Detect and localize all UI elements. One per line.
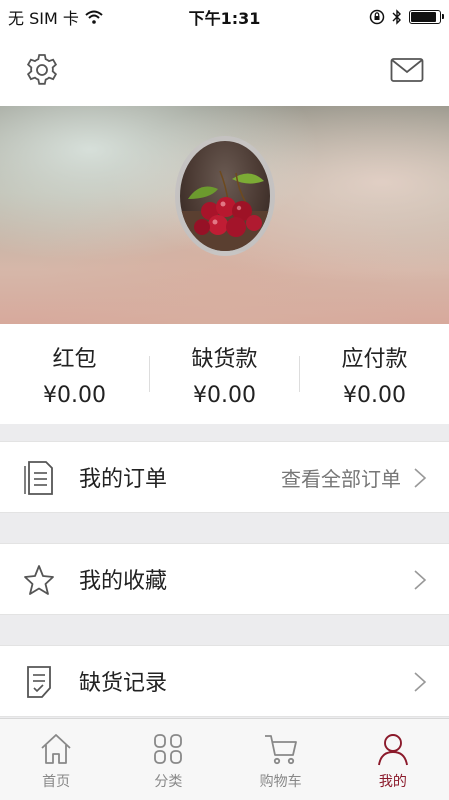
stat-shortage-payment[interactable]: 缺货款 ¥0.00	[150, 341, 299, 408]
status-left: 无 SIM 卡	[8, 5, 103, 29]
carrier-label: 无 SIM 卡	[8, 9, 79, 28]
menu-label: 缺货记录	[79, 671, 168, 696]
tab-label: 我的	[378, 774, 407, 790]
user-icon	[377, 734, 408, 766]
tab-label: 购物车	[259, 774, 302, 790]
chevron-right-icon	[414, 672, 427, 692]
stat-payable[interactable]: 应付款 ¥0.00	[300, 341, 449, 408]
checklist-icon	[27, 666, 51, 698]
chevron-right-icon	[414, 570, 427, 590]
category-icon	[154, 734, 183, 764]
balance-stats: 红包 ¥0.00 缺货款 ¥0.00 应付款 ¥0.00	[0, 324, 449, 424]
orientation-lock-icon	[369, 9, 385, 25]
stat-red-packet[interactable]: 红包 ¥0.00	[0, 341, 149, 408]
document-icon	[24, 461, 53, 495]
home-icon	[41, 734, 71, 764]
stat-label: 红包	[52, 346, 97, 372]
bottom-tab-bar: 首页 分类 购物车 我的	[0, 718, 449, 800]
profile-header	[0, 106, 449, 324]
cart-icon	[264, 735, 297, 765]
tab-label: 首页	[42, 774, 71, 790]
cherries-image	[180, 170, 270, 251]
envelope-icon	[390, 58, 424, 82]
stat-value: ¥0.00	[193, 382, 256, 408]
stat-label: 应付款	[341, 346, 408, 372]
messages-button[interactable]	[387, 50, 427, 90]
bluetooth-icon	[392, 9, 401, 25]
status-bar: 无 SIM 卡 下午1:31	[0, 0, 449, 34]
menu-item-shortage-records[interactable]: 缺货记录	[0, 645, 449, 717]
tab-category[interactable]: 分类	[112, 719, 224, 800]
menu-item-my-favorites[interactable]: 我的收藏	[0, 543, 449, 615]
chevron-right-icon	[414, 468, 427, 488]
battery-icon	[409, 10, 444, 24]
tab-label: 分类	[154, 774, 183, 790]
star-icon	[24, 565, 54, 595]
view-all-orders-link[interactable]: 查看全部订单	[281, 463, 401, 492]
menu-label: 我的订单	[79, 467, 168, 492]
tab-home[interactable]: 首页	[0, 719, 112, 800]
nav-bar	[0, 34, 449, 106]
wifi-icon	[85, 10, 103, 24]
menu-label: 我的收藏	[79, 569, 168, 594]
menu-item-my-orders[interactable]: 我的订单 查看全部订单	[0, 441, 449, 513]
tab-mine[interactable]: 我的	[337, 719, 449, 800]
stat-label: 缺货款	[191, 346, 258, 372]
stat-value: ¥0.00	[343, 382, 406, 408]
tab-cart[interactable]: 购物车	[225, 719, 337, 800]
gear-icon	[26, 54, 58, 85]
avatar[interactable]	[175, 136, 275, 256]
settings-button[interactable]	[22, 50, 62, 90]
status-right	[369, 9, 444, 25]
stat-value: ¥0.00	[43, 382, 106, 408]
